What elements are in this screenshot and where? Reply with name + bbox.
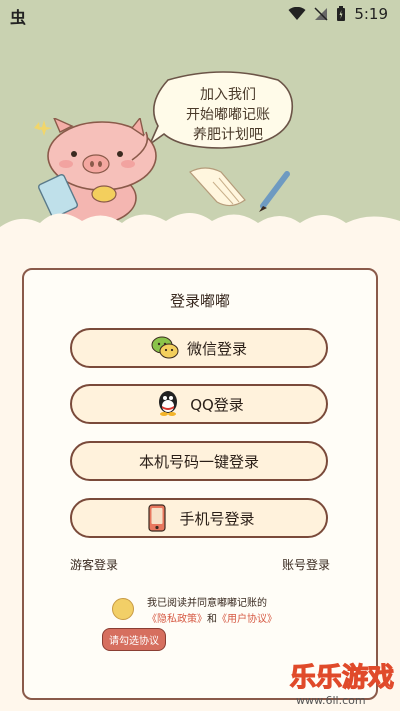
clock: 5:19: [354, 5, 388, 23]
wechat-login-button[interactable]: 微信登录: [70, 328, 328, 368]
qq-icon: [154, 390, 182, 418]
wechat-icon: [151, 334, 179, 362]
wifi-icon: [288, 7, 306, 20]
phone-login-label: 手机号登录: [179, 509, 255, 528]
watermark-logo: 乐乐游戏 www.6ll.com: [289, 662, 394, 707]
qq-login-label: QQ登录: [190, 395, 244, 414]
phone-login-button[interactable]: 手机号登录: [70, 498, 328, 538]
one-tap-login-button[interactable]: 本机号码一键登录: [70, 441, 328, 481]
status-icons: 5:19: [288, 5, 388, 23]
app-notification-icon: 虫: [10, 8, 27, 27]
privacy-policy-link[interactable]: 《隐私政策》: [147, 614, 207, 625]
user-agreement-link[interactable]: 《用户协议》: [217, 614, 277, 625]
account-login-link[interactable]: 账号登录: [282, 556, 330, 573]
svg-text:www.6ll.com: www.6ll.com: [296, 694, 366, 707]
login-title: 登录嘟嘟: [169, 292, 230, 310]
agreement-checkbox[interactable]: [112, 598, 134, 620]
agreement-text: 我已阅读并同意嘟嘟记账的 《隐私政策》和《用户协议》: [147, 598, 277, 625]
guest-login-link[interactable]: 游客登录: [70, 556, 118, 573]
qq-login-button[interactable]: QQ登录: [70, 384, 328, 424]
phone-icon: [143, 504, 171, 532]
speech-bubble-text: 加入我们 开始嘟嘟记账 养肥计划吧: [186, 87, 270, 143]
agreement-tooltip: 请勾选协议: [102, 628, 166, 651]
one-tap-login-label: 本机号码一键登录: [138, 452, 259, 471]
signal-off-icon: [314, 7, 328, 21]
status-bar: 虫 5:19: [0, 0, 400, 28]
battery-icon: [337, 6, 346, 21]
wechat-login-label: 微信登录: [186, 339, 247, 358]
svg-text:乐乐游戏: 乐乐游戏: [290, 663, 394, 693]
cloud-divider: [0, 213, 400, 265]
